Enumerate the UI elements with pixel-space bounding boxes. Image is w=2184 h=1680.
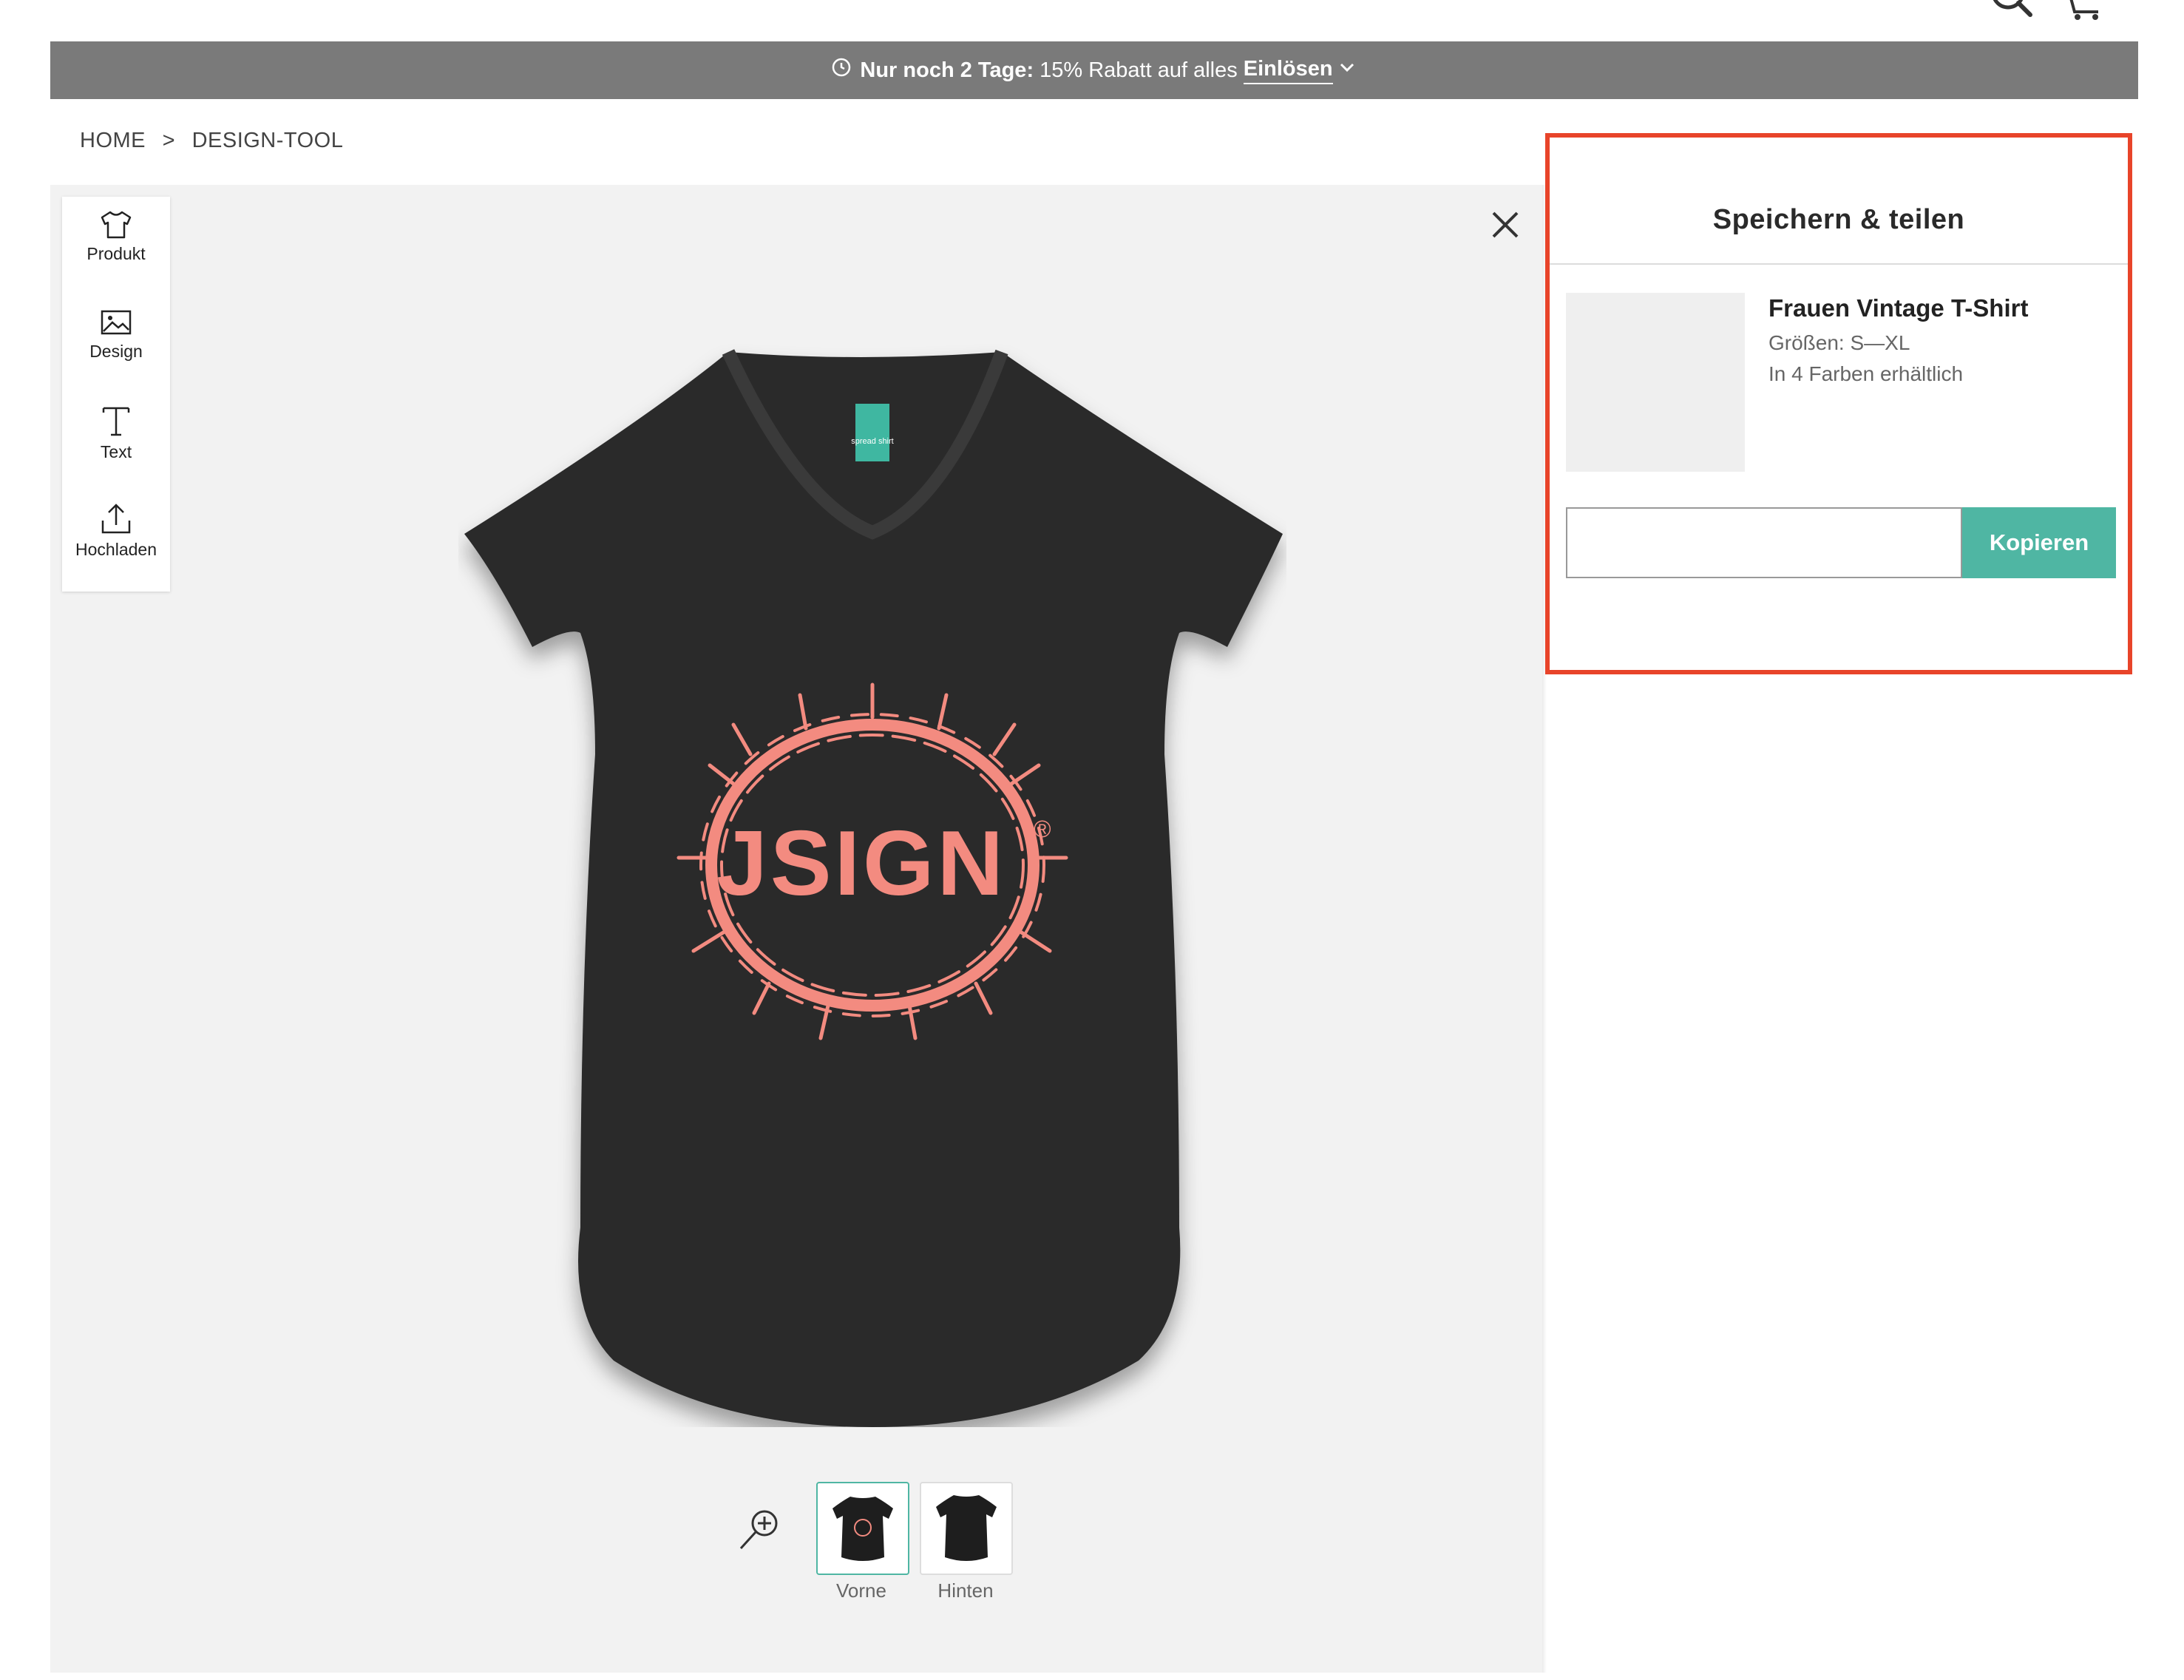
upload-icon — [101, 504, 131, 534]
product-thumbnail — [1566, 293, 1745, 472]
zoom-in-icon[interactable] — [736, 1505, 784, 1553]
panel-divider — [1550, 263, 2128, 265]
cart-icon[interactable] — [2061, 0, 2106, 22]
view-label-back[interactable]: Hinten — [914, 1579, 1017, 1602]
back-view-thumbnail — [936, 1495, 997, 1561]
clock-icon — [832, 58, 860, 83]
tshirt-preview[interactable]: spread shirt JSIGN ® — [458, 340, 1286, 1427]
promo-banner: Nur noch 2 Tage: 15% Rabatt auf alles Ei… — [50, 41, 2138, 99]
tool-label: Produkt — [87, 244, 146, 263]
promo-highlight: Nur noch 2 Tage: — [860, 58, 1034, 82]
tool-produkt[interactable]: Produkt — [62, 197, 170, 285]
breadcrumb-home[interactable]: HOME — [80, 129, 146, 152]
tool-sidebar: Produkt Design Text Hochladen — [62, 197, 170, 592]
image-icon — [101, 310, 132, 335]
product-name: Frauen Vintage T-Shirt — [1768, 294, 2029, 322]
panel-title: Speichern & teilen — [1712, 204, 1965, 235]
design-registered-mark: ® — [1034, 816, 1051, 842]
tool-text[interactable]: Text — [62, 392, 170, 481]
design-logo-text: JSIGN — [716, 813, 1006, 915]
chevron-down-icon[interactable] — [1333, 58, 1357, 83]
view-label-front[interactable]: Vorne — [810, 1579, 913, 1602]
tool-label: Hochladen — [75, 540, 157, 559]
text-icon — [102, 407, 130, 436]
breadcrumb: HOME > DESIGN-TOOL — [80, 129, 353, 153]
breadcrumb-current: DESIGN-TOOL — [191, 129, 344, 152]
tool-hochladen[interactable]: Hochladen — [62, 490, 170, 578]
redeem-link[interactable]: Einlösen — [1243, 57, 1333, 84]
brand-tag-text: spread shirt — [851, 437, 893, 446]
tool-label: Text — [100, 442, 132, 461]
search-icon[interactable] — [1989, 0, 2036, 22]
tool-design[interactable]: Design — [62, 294, 170, 383]
view-thumb-back[interactable] — [920, 1482, 1013, 1575]
breadcrumb-separator: > — [162, 129, 175, 152]
copy-button[interactable]: Kopieren — [1962, 507, 2116, 578]
product-colors: In 4 Farben erhältlich — [1768, 362, 1964, 385]
tshirt-icon — [101, 211, 132, 239]
brand-tag — [855, 404, 889, 461]
share-link-input[interactable] — [1566, 507, 1962, 578]
close-icon[interactable] — [1489, 209, 1522, 241]
view-thumb-front[interactable] — [816, 1482, 909, 1575]
front-view-thumbnail — [832, 1497, 893, 1561]
product-sizes: Größen: S—XL — [1768, 331, 1910, 354]
promo-text: 15% Rabatt auf alles — [1040, 58, 1238, 82]
tool-label: Design — [89, 342, 143, 361]
